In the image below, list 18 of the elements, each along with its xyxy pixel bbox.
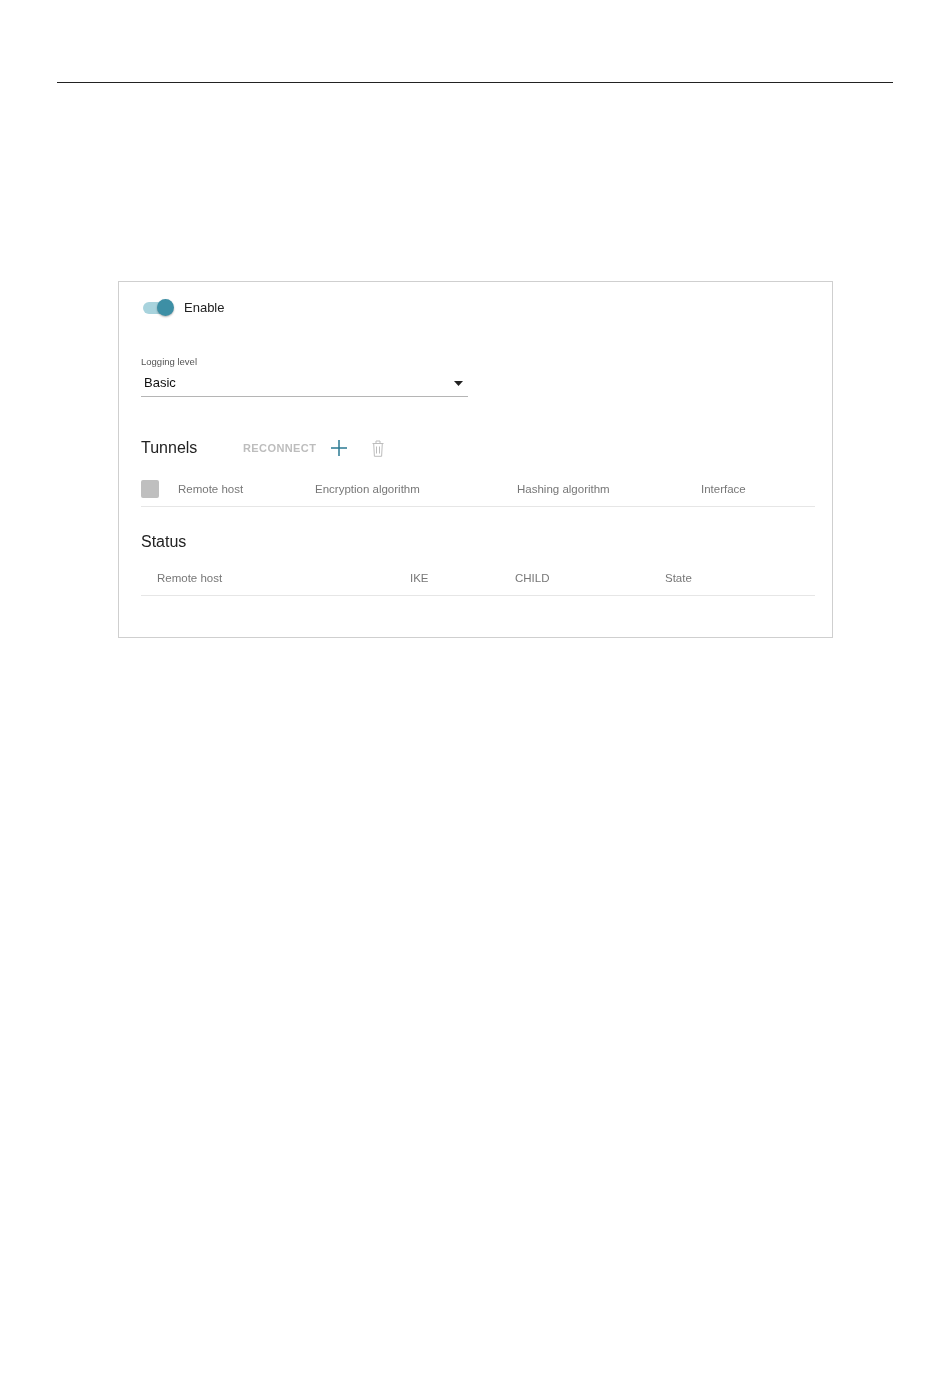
column-header: State [665,571,693,586]
add-button[interactable] [331,440,348,456]
toggle-switch[interactable] [143,299,175,317]
section-title: Tunnels [141,438,199,458]
caret-icon [454,380,463,386]
section-title: Status [141,532,188,552]
column-header: Interface [701,482,747,497]
column-header: Remote host [178,482,245,497]
trash-icon [372,439,385,457]
column-header: Encryption algorithm [315,482,421,497]
logging-level-select[interactable]: Logging level Basic [141,356,468,397]
column-header: Remote host [157,571,224,586]
column-header: IKE [410,571,430,586]
toggle-label: Enable [184,299,225,317]
field-label: Logging level [141,356,198,368]
plus-icon [331,440,348,456]
column-header: CHILD [515,571,551,586]
column-header: Hashing algorithm [517,482,611,497]
